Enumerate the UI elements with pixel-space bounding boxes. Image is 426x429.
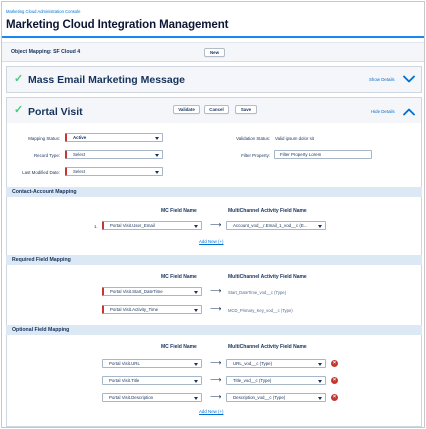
chevron-down-icon[interactable] (403, 75, 415, 83)
mca-field-select[interactable]: Account_vod__r.Email_1_vod__c (E... (226, 221, 326, 230)
mca-field-select[interactable]: Description_vod__c (Type) (226, 393, 326, 402)
mapping-status-select[interactable]: Active (65, 133, 163, 142)
delete-row-icon[interactable]: × (331, 377, 338, 384)
mc-field-select[interactable]: Portal Visit.Start_DateTime (102, 287, 202, 296)
dropdown-caret-icon (318, 224, 322, 228)
arrow-right-icon: ⟶ (210, 392, 222, 401)
delete-row-icon[interactable]: × (331, 394, 338, 401)
mc-field-select[interactable]: Portal Visit.User_Email (102, 221, 202, 230)
mc-field-value: Portal Visit.Start_DateTime (110, 289, 163, 294)
dropdown-caret-icon (155, 136, 159, 140)
new-button[interactable]: New (204, 48, 225, 57)
mca-field-value: Start_DateTime_vod__c (Type) (228, 290, 287, 295)
dropdown-caret-icon (318, 396, 322, 400)
mc-field-value: Portal Visit.URL (109, 361, 140, 366)
arrow-right-icon: ⟶ (210, 358, 222, 367)
required-section-header: Required Field Mapping (6, 255, 422, 265)
dropdown-caret-icon (194, 379, 198, 383)
save-button[interactable]: Save (235, 105, 257, 114)
mca-field-value: Description_vod__c (Type) (233, 395, 286, 400)
mc-field-name-header: MC Field Name (161, 208, 197, 214)
filter-property-input[interactable]: Filter Property Lorem (274, 150, 372, 159)
optional-section-header: Optional Field Mapping (6, 325, 422, 335)
header-divider (2, 36, 424, 38)
arrow-right-icon: ⟶ (210, 304, 222, 313)
show-details-link[interactable]: Show Details (369, 77, 395, 82)
add-new-link[interactable]: Add New (+) (199, 409, 224, 414)
delete-row-icon[interactable]: × (331, 360, 338, 367)
check-icon: ✓ (14, 73, 24, 85)
mca-field-name-header: MultiChannel Activity Field Name (228, 344, 307, 350)
mc-field-value: Portal Visit.Title (109, 378, 140, 383)
record-type-label: Record Type: (33, 153, 60, 158)
mc-field-value: Portal Visit.Activity_Time (110, 307, 159, 312)
mass-email-title: Mass Email Marketing Message (28, 74, 185, 86)
mc-field-value: Portal Visit.Description (109, 395, 154, 400)
dropdown-caret-icon (194, 224, 198, 228)
validation-status-value: Valid ipsum dolor sit (275, 136, 314, 141)
validation-status-label: Validation Status: (236, 136, 270, 141)
row-number: 1. (94, 224, 98, 229)
cancel-button[interactable]: Cancel (204, 105, 229, 114)
last-modified-label: Last Modified Date: (22, 170, 60, 175)
app-frame: Marketing Cloud Administration Console M… (1, 1, 425, 428)
mca-field-value: Title_vod__c (Type) (233, 378, 272, 383)
portal-visit-title: Portal Visit (28, 106, 83, 118)
record-type-select[interactable]: Select (65, 150, 163, 159)
hide-details-link[interactable]: Hide Details (371, 109, 395, 114)
arrow-right-icon: ⟶ (210, 375, 222, 384)
dropdown-caret-icon (194, 362, 198, 366)
filter-property-label: Filter Property: (241, 153, 270, 158)
mca-field-name-header: MultiChannel Activity Field Name (228, 208, 307, 214)
dropdown-caret-icon (194, 308, 198, 312)
mc-field-select[interactable]: Portal Visit.Description (102, 393, 202, 402)
mc-field-select[interactable]: Portal Visit.URL (102, 359, 202, 368)
mca-field-value: Account_vod__r.Email_1_vod__c (E... (233, 223, 308, 228)
breadcrumb[interactable]: Marketing Cloud Administration Console (6, 9, 80, 14)
mca-field-select[interactable]: Title_vod__c (Type) (226, 376, 326, 385)
validate-button[interactable]: Validate (173, 105, 200, 114)
dropdown-caret-icon (318, 362, 322, 366)
chevron-up-icon[interactable] (403, 108, 415, 116)
mc-field-select[interactable]: Portal Visit.Activity_Time (102, 305, 202, 314)
mca-field-name-header: MultiChannel Activity Field Name (228, 274, 307, 280)
arrow-right-icon: ⟶ (210, 220, 222, 229)
arrow-right-icon: ⟶ (210, 286, 222, 295)
last-modified-value: Select (73, 169, 86, 174)
mapping-status-value: Active (73, 135, 87, 140)
dropdown-caret-icon (194, 396, 198, 400)
mc-field-value: Portal Visit.User_Email (110, 223, 155, 228)
contact-account-section-header: Contact-Account Mapping (6, 187, 422, 197)
page-title: Marketing Cloud Integration Management (6, 19, 229, 31)
mapping-status-label: Mapping Status: (28, 136, 60, 141)
check-icon: ✓ (14, 104, 24, 116)
mc-field-name-header: MC Field Name (161, 344, 197, 350)
dropdown-caret-icon (155, 170, 159, 174)
add-new-link[interactable]: Add New (+) (199, 239, 224, 244)
mca-field-value: MCD_Primary_Key_vod__c (Type) (228, 308, 293, 313)
mc-field-select[interactable]: Portal Visit.Title (102, 376, 202, 385)
mca-field-select[interactable]: URL_vod__c (Type) (226, 359, 326, 368)
dropdown-caret-icon (318, 379, 322, 383)
object-mapping-label: Object Mapping: SF Cloud 4 (11, 49, 81, 55)
dropdown-caret-icon (194, 290, 198, 294)
mc-field-name-header: MC Field Name (161, 274, 197, 280)
last-modified-select[interactable]: Select (65, 167, 163, 176)
mca-field-value: URL_vod__c (Type) (233, 361, 273, 366)
dropdown-caret-icon (155, 153, 159, 157)
record-type-value: Select (73, 152, 86, 157)
